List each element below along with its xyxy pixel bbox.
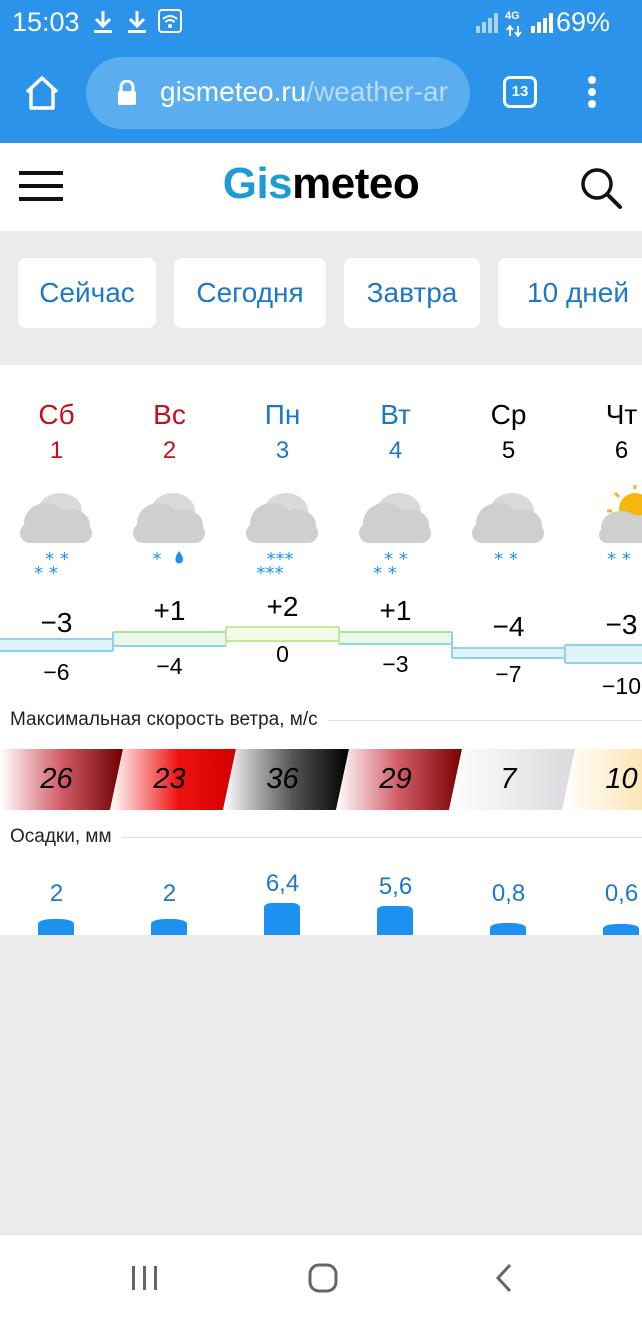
signal-icon [475,12,499,39]
status-bar: 15:03 4G 69% [0,0,642,46]
wind-value: 29 [379,763,412,795]
wind-value: 23 [153,763,186,795]
cloud-snow-rain-icon: * [133,493,205,570]
tab-10-days[interactable]: 10 дней [498,258,642,328]
svg-text:* *: * * [34,563,58,583]
home-icon[interactable] [22,74,62,117]
logo-part1: Gis [222,159,293,208]
precip-bar [264,903,300,935]
day-number: 3 [275,437,290,464]
url-domain: gismeteo.ru [160,76,307,107]
temp-min: 0 [276,641,289,667]
forecast-panel: Сб 1 * * * * −3 −6 Вс 2 * +1 −4 Пн 3 ***… [0,365,642,935]
precip-bar [151,919,187,935]
site-logo[interactable]: Gismeteo [0,159,642,209]
signal-icon [530,12,554,39]
more-menu-icon[interactable] [582,74,602,115]
svg-text:* *: * * [373,563,397,583]
wind-value: 7 [500,763,517,795]
cloud-heavy-snow-icon: *** *** [246,493,318,583]
day-name: Ср [490,399,527,430]
day-number: 1 [49,437,64,464]
temp-min: −3 [382,651,409,677]
temp-max: +2 [266,591,299,622]
svg-text:***: *** [257,563,284,583]
wind-value: 26 [40,763,73,795]
temp-max: −3 [605,609,638,640]
precip-value: 2 [49,880,64,907]
temp-max: +1 [379,595,412,626]
home-nav-icon[interactable] [307,1262,339,1299]
day-name: Сб [38,399,75,430]
day-number: 6 [614,437,629,464]
temp-min: −6 [43,659,70,685]
day-column[interactable]: Сб 1 * * * * −3 −6 [0,365,113,935]
sun-cloud-snow-icon: * * [599,485,642,570]
wind-value: 10 [605,763,638,795]
cloud-snow-icon: * * * * [20,493,92,583]
url-path: /weather-ar [306,76,448,107]
day-name: Пн [264,399,301,430]
cloud-snow-icon: * * * * [359,493,431,583]
data-arrows-icon [505,24,523,42]
search-icon[interactable] [578,165,624,216]
precip-value: 2 [162,880,177,907]
status-time: 15:03 [12,7,80,37]
tab-now[interactable]: Сейчас [18,258,156,328]
precip-value: 6,4 [265,870,300,897]
day-column[interactable]: Пн 3 *** *** +2 0 [226,365,339,935]
cloud-light-snow-icon: * * [472,493,544,570]
precip-value: 5,6 [378,873,413,900]
network-type: 4G [505,10,520,22]
tab-switcher-button[interactable]: 13 [503,76,537,108]
url-text: gismeteo.ru/weather-ar [160,76,448,108]
precip-value: 0,6 [604,880,639,907]
day-number: 4 [388,437,403,464]
precip-bar [38,919,74,935]
day-name: Вс [153,399,186,430]
svg-text:*: * [153,549,162,570]
tab-tomorrow[interactable]: Завтра [344,258,480,328]
temp-max: −3 [40,607,73,638]
logo-part2: meteo [292,159,420,208]
precip-bar [603,924,639,935]
precip-section-title: Осадки, мм [10,826,122,848]
day-column[interactable]: Вс 2 * +1 −4 [113,365,226,935]
recent-apps-icon[interactable] [130,1264,160,1297]
svg-text:* *: * * [494,549,518,570]
url-bar-row: gismeteo.ru/weather-ar 13 [0,46,642,143]
day-name: Чт [605,399,638,430]
precip-bar [490,923,526,935]
period-tabs: Сейчас Сегодня Завтра 10 дней [0,231,642,365]
day-name: Вт [380,399,411,430]
lock-icon [116,79,138,111]
temp-min: −10 [601,673,641,699]
android-nav-bar [0,1234,642,1319]
wind-row: 26 23 36 29 7 10 [0,749,642,810]
temp-min: −7 [495,661,522,687]
address-bar[interactable]: gismeteo.ru/weather-ar [86,57,470,129]
wind-section-title: Максимальная скорость ветра, м/с [10,709,328,731]
wifi-icon [158,9,182,38]
day-column[interactable]: Ср 5 * * −4 −7 [452,365,565,935]
site-header: Gismeteo [0,143,642,231]
tab-today[interactable]: Сегодня [174,258,326,328]
day-number: 2 [162,437,177,464]
svg-text:* *: * * [607,549,631,570]
day-column[interactable]: Чт 6 * * −3 −10 [565,365,642,935]
temp-max: −4 [492,611,525,642]
precip-bar [377,906,413,935]
temp-max: +1 [153,595,186,626]
download-icon [126,9,148,40]
battery-percent: 69% [555,7,610,37]
back-icon[interactable] [492,1262,516,1299]
download-icon [92,9,114,40]
temp-min: −4 [156,653,183,679]
browser-chrome: 15:03 4G 69% gismeteo.ru/weather-ar 13 [0,0,642,143]
day-number: 5 [501,437,516,464]
precip-value: 0,8 [491,880,526,907]
wind-value: 36 [266,763,299,795]
day-column[interactable]: Вт 4 * * * * +1 −3 [339,365,452,935]
